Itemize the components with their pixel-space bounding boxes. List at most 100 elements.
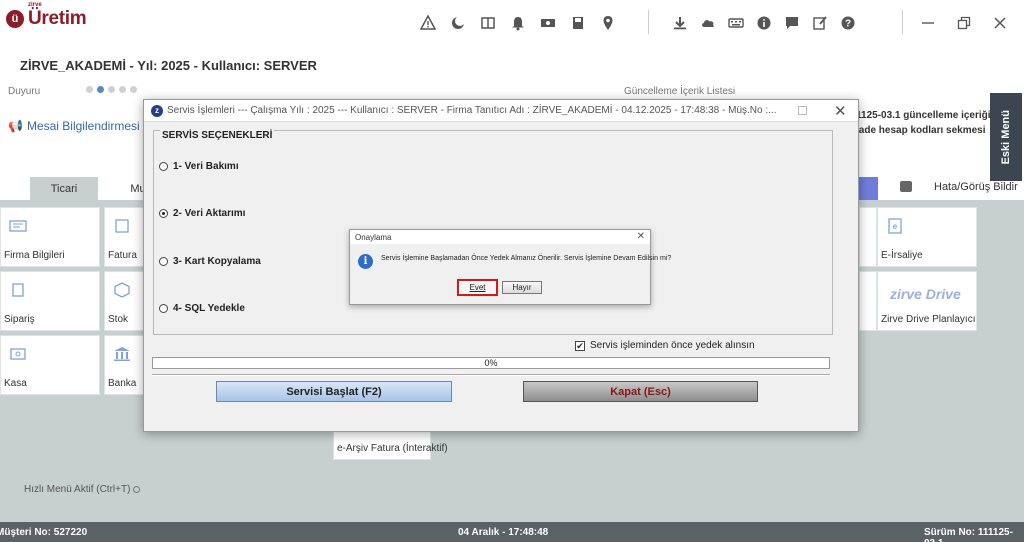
dialog-close-icon[interactable]: ✕ xyxy=(834,102,847,120)
old-menu-button[interactable]: Eski Menü xyxy=(990,93,1022,181)
theme-icon[interactable] xyxy=(448,13,468,33)
option-veri-bakimi[interactable]: 1- Veri Bakımı xyxy=(159,161,239,172)
tile-hidden[interactable] xyxy=(859,271,877,331)
announcement-text: Mesai Bilgilendirmesi | xyxy=(26,119,147,133)
invoice-icon xyxy=(115,219,129,233)
cloud-icon[interactable] xyxy=(698,13,718,33)
tile-banka[interactable]: Banka xyxy=(104,335,144,395)
start-service-button[interactable]: Servisi Başlat (F2) xyxy=(216,381,452,402)
chat-icon[interactable] xyxy=(782,13,802,33)
tile-hidden[interactable] xyxy=(859,207,877,267)
close-button[interactable]: Kapat (Esc) xyxy=(523,381,758,402)
drive-logo: zirve Drive xyxy=(890,286,961,302)
announcement-label: Duyuru xyxy=(8,86,41,97)
zirve-app-icon: z xyxy=(151,104,163,117)
dialog-title: Servis İşlemleri --- Çalışma Yılı : 2025… xyxy=(167,105,777,116)
tile-stok[interactable]: Stok xyxy=(104,271,144,331)
tile-e-irsaliye[interactable]: e E-İrsaliye xyxy=(877,207,977,267)
tile-zirve-drive[interactable]: zirve Drive Zirve Drive Planlayıcı xyxy=(877,271,977,331)
no-button[interactable]: Hayır xyxy=(502,281,542,294)
carousel-dot[interactable] xyxy=(108,86,115,93)
logo-brand: zirve xyxy=(28,2,42,8)
carousel-dot[interactable] xyxy=(86,86,93,93)
maximize-icon[interactable] xyxy=(798,106,807,115)
tab-highlight[interactable] xyxy=(856,177,878,200)
minimize-icon[interactable] xyxy=(918,13,938,33)
e-waybill-icon: e xyxy=(888,218,902,234)
option-sql-yedekle[interactable]: 4- SQL Yedekle xyxy=(159,303,245,314)
download-icon[interactable] xyxy=(670,13,690,33)
radio-button[interactable] xyxy=(159,304,168,313)
company-card-icon xyxy=(9,220,27,232)
status-datetime: 04 Aralık - 17:48:48 xyxy=(458,527,549,538)
radio-button[interactable] xyxy=(159,257,168,266)
megaphone-icon: 📢 xyxy=(8,119,23,133)
checkbox-checked[interactable]: ✔ xyxy=(575,340,585,351)
confirm-close-icon[interactable]: ✕ xyxy=(637,231,645,242)
quick-menu-radio[interactable] xyxy=(133,486,141,493)
quick-menu-toggle[interactable]: Hızlı Menü Aktif (Ctrl+T) xyxy=(24,484,141,495)
progress-text: 0% xyxy=(484,358,498,368)
update-content: 1125-03.1 güncelleme içeriği lade hesap … xyxy=(856,110,991,136)
book-icon[interactable] xyxy=(478,13,498,33)
radio-button[interactable] xyxy=(159,162,168,171)
app-logo: ü zirve Üretim xyxy=(6,2,87,30)
carousel-dots xyxy=(86,86,137,93)
toolbar-icons-right: ? xyxy=(670,13,858,33)
tile-siparis[interactable]: Sipariş xyxy=(0,271,100,331)
confirm-titlebar: Onaylama ✕ xyxy=(350,230,650,244)
save-icon[interactable] xyxy=(568,13,588,33)
tab-ticari[interactable]: Ticari xyxy=(30,177,98,200)
announcement-link[interactable]: 📢 Mesai Bilgilendirmesi | xyxy=(8,119,146,133)
option-kart-kopyalama[interactable]: 3- Kart Kopyalama xyxy=(159,256,261,267)
edit-icon[interactable] xyxy=(810,13,830,33)
toolbar-divider xyxy=(902,10,903,34)
cashbox-icon xyxy=(10,348,26,360)
svg-text:?: ? xyxy=(845,19,851,30)
divider xyxy=(152,374,830,376)
svg-text:e: e xyxy=(893,222,898,231)
dialog-titlebar: z Servis İşlemleri --- Çalışma Yılı : 20… xyxy=(144,100,858,122)
tile-firma-bilgileri[interactable]: Firma Bilgileri xyxy=(0,207,100,267)
customer-number: Müşteri No: 527220 xyxy=(0,527,88,538)
toolbar-divider xyxy=(648,10,649,34)
confirm-title: Onaylama xyxy=(355,233,392,242)
restore-icon[interactable] xyxy=(954,13,974,33)
keyboard-icon[interactable] xyxy=(726,13,746,33)
bell-icon[interactable] xyxy=(508,13,528,33)
tile-kasa[interactable]: Kasa xyxy=(0,335,100,395)
order-icon xyxy=(12,283,24,297)
feedback-link[interactable]: Hata/Görüş Bildir xyxy=(934,181,1018,193)
company-info: ZİRVE_AKADEMİ - Yıl: 2025 - Kullanıcı: S… xyxy=(20,58,317,73)
update-list-title: Güncelleme İçerik Listesi xyxy=(624,86,736,97)
close-icon[interactable] xyxy=(990,13,1010,33)
logo-mark: ü xyxy=(6,10,24,28)
feedback-icon[interactable] xyxy=(900,181,912,192)
logo-name: Üretim xyxy=(28,8,87,29)
top-bar: ü zirve Üretim ? xyxy=(0,0,1024,45)
tile-fatura[interactable]: Fatura xyxy=(104,207,144,267)
carousel-dot[interactable] xyxy=(119,86,126,93)
help-icon[interactable]: ? xyxy=(838,13,858,33)
yes-button[interactable]: Evet xyxy=(457,279,498,296)
toolbar-icons xyxy=(418,13,618,33)
box-icon xyxy=(114,282,130,298)
info-icon[interactable] xyxy=(754,13,774,33)
location-icon[interactable] xyxy=(598,13,618,33)
cash-icon[interactable] xyxy=(538,13,558,33)
backup-checkbox[interactable]: ✔ Servis işleminden önce yedek alınsın xyxy=(575,340,755,351)
info-icon: i xyxy=(358,254,373,269)
radio-button-selected[interactable] xyxy=(159,209,168,218)
confirmation-dialog: Onaylama ✕ i Servis İşlemine Başlamadan … xyxy=(349,229,671,305)
group-title: SERVİS SEÇENEKLERİ xyxy=(160,130,275,141)
bank-icon xyxy=(114,347,130,361)
status-bar: Müşteri No: 527220 04 Aralık - 17:48:48 … xyxy=(0,522,1024,542)
warning-icon[interactable] xyxy=(418,13,438,33)
confirm-message: Servis İşlemine Başlamadan Önce Yedek Al… xyxy=(381,255,672,262)
window-controls xyxy=(918,13,1010,33)
carousel-dot[interactable] xyxy=(130,86,137,93)
option-veri-aktarimi[interactable]: 2- Veri Aktarımı xyxy=(159,208,245,219)
progress-bar: 0% xyxy=(152,357,830,369)
carousel-dot-active[interactable] xyxy=(97,86,104,93)
version-number: Sürüm No: 111125-03.1 xyxy=(924,527,1013,542)
